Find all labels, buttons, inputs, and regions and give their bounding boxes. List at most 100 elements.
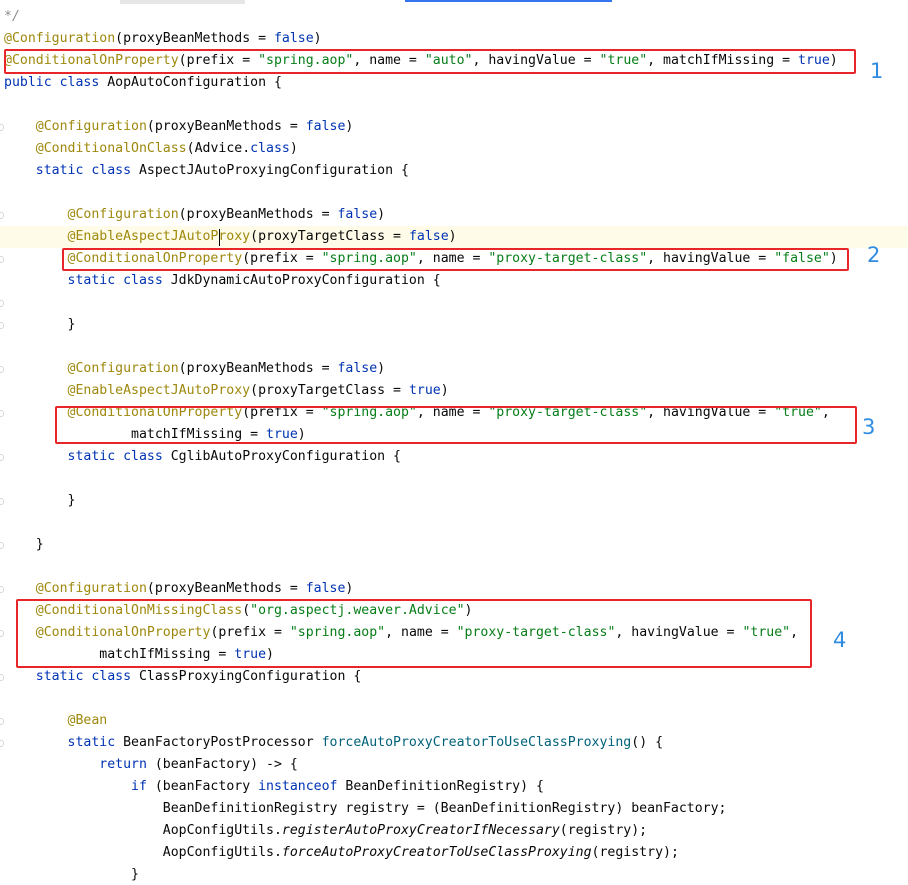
code-token: BeanDefinitionRegistry registry = (BeanD…: [4, 801, 727, 816]
code-token: (proxyTargetClass =: [250, 383, 409, 398]
code-token: AopConfigUtils.: [4, 823, 282, 838]
code-token: (proxyTargetClass =: [250, 229, 409, 244]
code-line[interactable]: @Configuration(proxyBeanMethods = false): [4, 116, 354, 138]
code-line[interactable]: static class ClassProxyingConfiguration …: [4, 666, 362, 688]
code-line[interactable]: @Configuration(proxyBeanMethods = false): [4, 358, 386, 380]
code-line[interactable]: static class JdkDynamicAutoProxyConfigur…: [4, 270, 441, 292]
callout-number-4: 4: [833, 628, 847, 652]
code-token: false: [408, 229, 449, 244]
code-token: forceAutoProxyCreatorToUseClassProxying: [321, 735, 632, 750]
code-line[interactable]: @EnableAspectJAutoProxy(proxyTargetClass…: [4, 380, 449, 402]
code-token: */: [4, 9, 20, 24]
code-token: }: [4, 317, 76, 332]
code-line[interactable]: AopConfigUtils.forceAutoProxyCreatorToUs…: [4, 842, 679, 864]
code-token: @Configuration: [4, 207, 179, 222]
code-token: static class: [4, 273, 171, 288]
active-tab-underline: [405, 0, 612, 2]
code-token: @ConditionalOnClass: [4, 141, 187, 156]
code-line[interactable]: @EnableAspectJAutoProxy(proxyTargetClass…: [4, 226, 457, 248]
code-line[interactable]: static class AspectJAutoProxyingConfigur…: [4, 160, 409, 182]
code-token: false: [337, 207, 378, 222]
code-line[interactable]: }: [4, 314, 76, 336]
text-caret: [218, 229, 221, 246]
code-line[interactable]: }: [4, 490, 76, 512]
code-line[interactable]: @ConditionalOnClass(Advice.class): [4, 138, 298, 160]
code-token: @Configuration: [4, 361, 179, 376]
tab-strip-fragment: [120, 0, 245, 4]
code-line[interactable]: @Configuration(proxyBeanMethods = false): [4, 578, 354, 600]
code-line[interactable]: BeanDefinitionRegistry registry = (BeanD…: [4, 798, 727, 820]
code-token: false: [305, 581, 346, 596]
code-line[interactable]: if (beanFactory instanceof BeanDefinitio…: [4, 776, 544, 798]
code-line[interactable]: }: [4, 864, 139, 885]
code-token: class: [250, 141, 290, 156]
code-token: BeanFactoryPostProcessor: [123, 735, 322, 750]
code-token: () {: [631, 735, 664, 750]
code-token: ): [377, 361, 386, 376]
code-token: BeanDefinitionRegistry) {: [345, 779, 544, 794]
code-token: ClassProxyingConfiguration {: [138, 669, 362, 684]
code-line[interactable]: AopConfigUtils.registerAutoProxyCreatorI…: [4, 820, 647, 842]
code-token: AspectJAutoProxyingConfiguration {: [138, 163, 409, 178]
code-token: (beanFactory) -> {: [154, 757, 298, 772]
callout-box-3: [55, 406, 857, 444]
code-line[interactable]: return (beanFactory) -> {: [4, 754, 298, 776]
code-token: return: [4, 757, 155, 772]
code-token: }: [4, 493, 76, 508]
callout-box-1: [4, 49, 856, 74]
code-token: ): [440, 383, 449, 398]
code-token: (Advice.: [186, 141, 251, 156]
callout-number-1: 1: [870, 59, 884, 83]
code-line[interactable]: }: [4, 534, 44, 556]
code-line[interactable]: */: [4, 6, 20, 28]
code-token: true: [408, 383, 441, 398]
code-token: false: [337, 361, 378, 376]
code-token: ): [345, 581, 354, 596]
code-token: static class: [4, 163, 139, 178]
callout-box-2: [62, 248, 849, 271]
code-token: ): [377, 207, 386, 222]
code-token: (beanFactory: [154, 779, 259, 794]
code-token: public class: [4, 75, 108, 90]
code-token: (proxyBeanMethods =: [146, 119, 306, 134]
code-token: false: [305, 119, 346, 134]
code-token: forceAutoProxyCreatorToUseClassProxying: [281, 845, 592, 860]
code-token: AopConfigUtils.: [4, 845, 282, 860]
code-token: @Configuration: [4, 119, 147, 134]
code-token: static class: [4, 449, 171, 464]
code-editor[interactable]: */@Configuration(proxyBeanMethods = fals…: [0, 0, 908, 885]
code-token: AopAutoConfiguration {: [107, 75, 282, 90]
code-line[interactable]: static class CglibAutoProxyConfiguration…: [4, 446, 401, 468]
code-line[interactable]: @Bean: [4, 710, 108, 732]
code-line[interactable]: @Configuration(proxyBeanMethods = false): [4, 28, 322, 50]
code-token: registerAutoProxyCreatorIfNecessary: [281, 823, 560, 838]
code-token: (proxyBeanMethods =: [146, 581, 306, 596]
code-token: (proxyBeanMethods =: [115, 31, 274, 46]
code-token: ): [448, 229, 457, 244]
code-token: (registry);: [591, 845, 679, 860]
code-token: false: [273, 31, 314, 46]
callout-box-4: [16, 599, 812, 668]
code-token: instanceof: [258, 779, 346, 794]
code-token: (registry);: [559, 823, 648, 838]
code-token: @Bean: [4, 713, 108, 728]
code-token: ): [345, 119, 354, 134]
code-token: }: [4, 537, 44, 552]
code-token: if: [4, 779, 155, 794]
code-token: @Configuration: [4, 581, 147, 596]
code-token: static class: [4, 669, 139, 684]
code-token: }: [4, 867, 139, 882]
code-token: CglibAutoProxyConfiguration {: [170, 449, 401, 464]
code-token: static: [4, 735, 124, 750]
code-token: @Configuration: [4, 31, 116, 46]
code-line[interactable]: static BeanFactoryPostProcessor forceAut…: [4, 732, 664, 754]
fold-marker-icon[interactable]: [0, 300, 4, 307]
code-token: @EnableAspectJAutoProxy: [4, 383, 251, 398]
code-token: @EnableAspectJAutoProxy: [4, 229, 251, 244]
code-token: (proxyBeanMethods =: [178, 361, 338, 376]
code-token: ): [289, 141, 298, 156]
code-line[interactable]: @Configuration(proxyBeanMethods = false): [4, 204, 386, 226]
callout-number-2: 2: [867, 243, 881, 267]
code-token: (proxyBeanMethods =: [178, 207, 338, 222]
code-line[interactable]: public class AopAutoConfiguration {: [4, 72, 282, 94]
